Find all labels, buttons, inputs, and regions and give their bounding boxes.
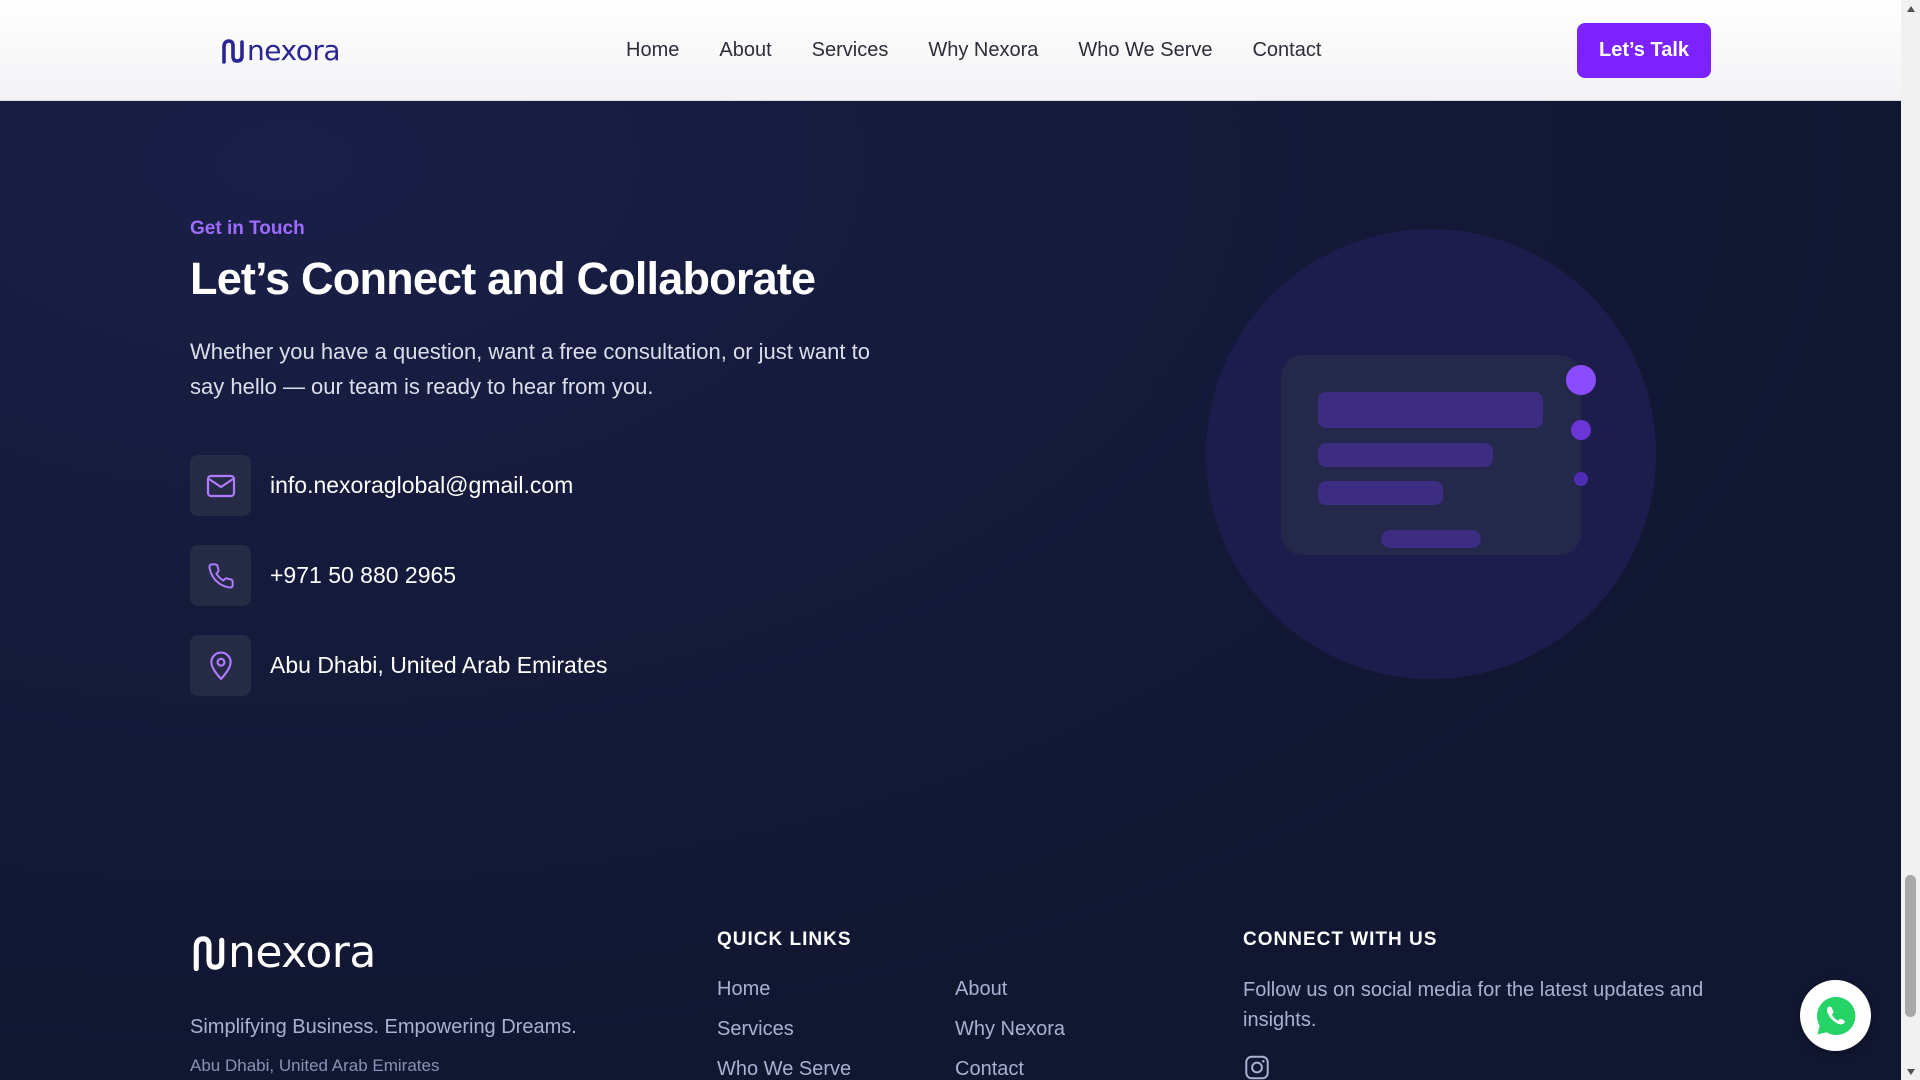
phone-icon-box: [190, 545, 251, 606]
nav-why-nexora[interactable]: Why Nexora: [928, 37, 1038, 63]
lets-talk-button[interactable]: Let’s Talk: [1577, 23, 1711, 78]
map-pin-icon: [209, 651, 232, 680]
scroll-down-arrow-icon[interactable]: [1901, 1063, 1920, 1080]
illustration-bar: [1318, 443, 1493, 467]
footer-link-services[interactable]: Services: [717, 1018, 794, 1041]
nexora-logo-mark-icon: [193, 936, 225, 972]
footer-logo[interactable]: nexora: [192, 928, 376, 978]
phone-icon: [207, 562, 234, 589]
footer-link-why-nexora[interactable]: Why Nexora: [955, 1018, 1065, 1041]
mail-icon-box: [190, 455, 251, 516]
whatsapp-icon: [1816, 996, 1855, 1035]
site-header: nexora Home About Services Why Nexora Wh…: [0, 0, 1901, 101]
nav-services[interactable]: Services: [812, 37, 889, 63]
map-pin-icon-box: [190, 635, 251, 696]
whatsapp-button[interactable]: [1800, 980, 1871, 1051]
nav-home[interactable]: Home: [626, 37, 679, 63]
section-eyebrow: Get in Touch: [190, 218, 305, 239]
footer-address: Abu Dhabi, United Arab Emirates: [190, 1056, 440, 1075]
connect-title: CONNECT WITH US: [1243, 929, 1438, 950]
section-intro: Whether you have a question, want a free…: [190, 339, 870, 399]
contact-email[interactable]: info.nexoraglobal@gmail.com: [270, 472, 573, 499]
nexora-logo-mark-icon: [222, 39, 244, 64]
page-viewport: nexora Home About Services Why Nexora Wh…: [0, 0, 1901, 1080]
nav-who-we-serve[interactable]: Who We Serve: [1078, 37, 1212, 63]
illustration-dot: [1574, 472, 1588, 486]
mail-icon: [206, 474, 235, 497]
footer-link-home[interactable]: Home: [717, 978, 770, 1001]
footer-logo-text: nexora: [228, 927, 376, 978]
section-heading: Let’s Connect and Collaborate: [190, 253, 816, 304]
contact-email-row[interactable]: info.nexoraglobal@gmail.com: [190, 455, 573, 516]
header-logo-text: nexora: [247, 34, 341, 67]
illustration-bar: [1318, 392, 1543, 428]
instagram-icon[interactable]: [1243, 1055, 1271, 1080]
contact-location-row: Abu Dhabi, United Arab Emirates: [190, 635, 608, 696]
illustration-button-bar: [1381, 530, 1481, 548]
nav-about[interactable]: About: [719, 37, 771, 63]
scrollbar-thumb[interactable]: [1905, 875, 1916, 1017]
nav-contact[interactable]: Contact: [1252, 37, 1321, 63]
footer-link-who-we-serve[interactable]: Who We Serve: [717, 1058, 851, 1080]
illustration-chat-card: [1281, 355, 1581, 555]
page-scrollbar[interactable]: [1901, 0, 1920, 1080]
connect-text: Follow us on social media for the latest…: [1243, 979, 1704, 1031]
illustration-dot: [1571, 420, 1591, 440]
main-nav: Home About Services Why Nexora Who We Se…: [626, 37, 1321, 63]
contact-location: Abu Dhabi, United Arab Emirates: [270, 652, 608, 678]
contact-phone-row[interactable]: +971 50 880 2965: [190, 545, 456, 606]
quick-links-title: QUICK LINKS: [717, 929, 852, 950]
contact-phone[interactable]: +971 50 880 2965: [270, 562, 456, 589]
illustration-dot: [1566, 365, 1596, 395]
footer-link-contact[interactable]: Contact: [955, 1058, 1024, 1080]
footer-link-about[interactable]: About: [955, 978, 1007, 1001]
illustration-bar: [1318, 481, 1443, 505]
footer-tagline: Simplifying Business. Empowering Dreams.: [190, 1016, 577, 1038]
scroll-up-arrow-icon[interactable]: [1901, 0, 1920, 17]
header-logo[interactable]: nexora: [221, 34, 341, 68]
